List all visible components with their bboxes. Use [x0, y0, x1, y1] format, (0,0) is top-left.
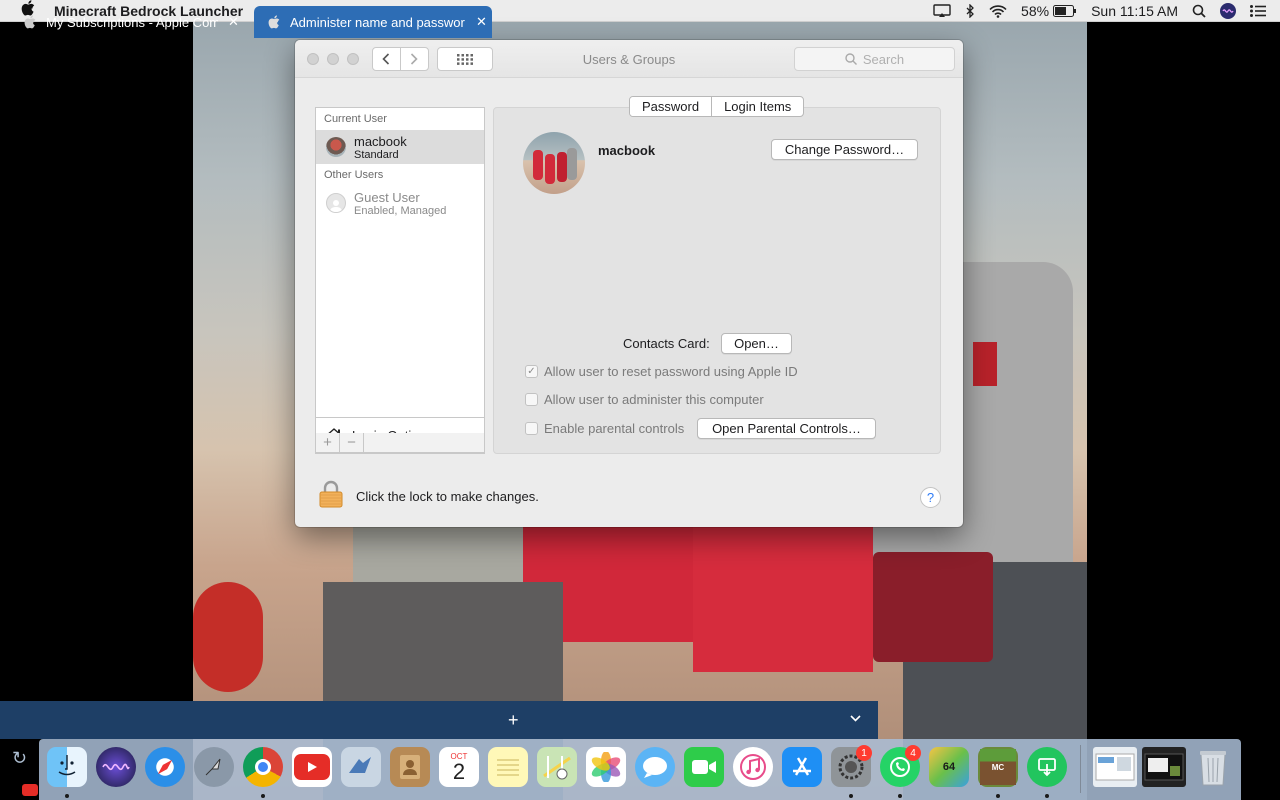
safari-icon[interactable] — [145, 747, 185, 787]
calendar-day: 2 — [452, 758, 466, 784]
contacts-card-label: Contacts Card: — [623, 336, 710, 351]
add-user-button[interactable]: + — [316, 433, 340, 452]
browser-tab-administer[interactable]: Administer name and passwor ✕ — [254, 6, 492, 38]
running-indicator — [996, 794, 1000, 798]
parental-controls-label: Enable parental controls — [544, 421, 685, 436]
maps-icon[interactable] — [537, 747, 577, 787]
window-titlebar: Users & Groups Search — [295, 40, 963, 78]
new-tab-button[interactable]: + — [508, 710, 519, 731]
other-users-header: Other Users — [324, 169, 384, 181]
youtube-icon[interactable] — [292, 747, 332, 787]
chrome-icon[interactable] — [243, 747, 283, 787]
apple-favicon-icon — [268, 15, 280, 29]
lock-icon[interactable] — [319, 480, 343, 511]
messages-icon[interactable] — [635, 747, 675, 787]
contacts-open-button[interactable]: Open… — [721, 333, 792, 354]
mail-icon[interactable] — [341, 747, 381, 787]
open-parental-controls-button[interactable]: Open Parental Controls… — [697, 418, 876, 439]
tab-password[interactable]: Password — [630, 97, 713, 116]
bluetooth-icon[interactable] — [965, 4, 975, 18]
change-password-button[interactable]: Change Password… — [771, 139, 918, 160]
detail-username: macbook — [598, 143, 656, 158]
parental-controls-row: Enable parental controls — [525, 421, 684, 436]
guest-user-status: Enabled, Managed — [354, 204, 447, 217]
search-field[interactable]: Search — [794, 47, 955, 71]
user-row-guest[interactable]: Guest User Enabled, Managed — [316, 186, 484, 220]
users-groups-window: Users & Groups Search Current User macbo… — [295, 40, 963, 527]
minimized-window-thumbnail[interactable] — [1142, 747, 1186, 787]
browser-tab-subscriptions[interactable]: My Subscriptions - Apple Com ✕ — [24, 6, 252, 38]
tab-login-items[interactable]: Login Items — [712, 97, 803, 116]
allow-admin-row: Allow user to administer this computer — [525, 392, 764, 407]
tab-list-chevron-icon[interactable] — [850, 713, 861, 725]
app-store-icon[interactable] — [782, 747, 822, 787]
apple-favicon-icon — [24, 15, 36, 29]
browser-tab-title: My Subscriptions - Apple Com — [46, 14, 218, 30]
allow-reset-checkbox[interactable]: ✓ — [525, 365, 538, 378]
minimized-window-thumbnail[interactable] — [1093, 747, 1137, 787]
reload-icon[interactable]: ↻ — [12, 748, 27, 769]
guest-user-name: Guest User — [354, 189, 420, 205]
spotlight-icon[interactable] — [1192, 4, 1206, 18]
trash-icon[interactable] — [1193, 747, 1233, 787]
detail-tabs: Password Login Items — [629, 96, 805, 117]
bluestacks-label: 64 — [942, 761, 956, 773]
notification-center-icon[interactable] — [1250, 5, 1266, 17]
screen-mirroring-icon[interactable] — [1027, 747, 1067, 787]
finder-icon[interactable] — [47, 747, 87, 787]
search-placeholder: Search — [862, 51, 905, 67]
launchpad-icon[interactable] — [194, 747, 234, 787]
user-role: Standard — [354, 148, 399, 161]
dock-separator — [1080, 745, 1081, 793]
add-remove-bar: + − — [315, 433, 485, 453]
user-photo[interactable] — [523, 132, 585, 194]
clock[interactable]: Sun 11:15 AM — [1091, 3, 1178, 19]
parental-controls-checkbox[interactable] — [525, 422, 538, 435]
running-indicator — [898, 794, 902, 798]
lock-message: Click the lock to make changes. — [356, 489, 539, 504]
whatsapp-badge: 4 — [905, 745, 921, 761]
avatar — [326, 137, 346, 157]
user-list: Current User macbook Standard Other User… — [315, 107, 485, 454]
facetime-icon[interactable] — [684, 747, 724, 787]
allow-admin-checkbox[interactable] — [525, 393, 538, 406]
minecraft-icon[interactable]: MC — [978, 747, 1018, 787]
remove-user-button[interactable]: − — [340, 433, 364, 452]
youtube-favicon-icon — [22, 784, 38, 796]
itunes-icon[interactable] — [733, 747, 773, 787]
battery-percent: 58% — [1021, 3, 1050, 19]
help-button[interactable]: ? — [920, 487, 941, 508]
browser-tab-strip — [0, 701, 878, 739]
running-indicator — [1045, 794, 1049, 798]
user-row-macbook[interactable]: macbook Standard — [316, 130, 484, 164]
siri-icon[interactable] — [1220, 3, 1236, 19]
siri-icon[interactable] — [96, 747, 136, 787]
airplay-icon[interactable] — [933, 4, 951, 18]
battery-icon — [1053, 5, 1077, 17]
system-preferences-badge: 1 — [856, 745, 872, 761]
allow-reset-label: Allow user to reset password using Apple… — [544, 364, 798, 379]
running-indicator — [65, 794, 69, 798]
browser-tab-title: Administer name and passwor — [290, 14, 465, 30]
running-indicator — [849, 794, 853, 798]
contacts-icon[interactable] — [390, 747, 430, 787]
photos-icon[interactable] — [586, 747, 626, 787]
wifi-icon[interactable] — [989, 4, 1007, 18]
close-tab-icon[interactable]: ✕ — [476, 14, 487, 30]
allow-reset-row: ✓ Allow user to reset password using App… — [525, 364, 798, 379]
close-tab-icon[interactable]: ✕ — [228, 14, 239, 30]
running-indicator — [261, 794, 265, 798]
current-user-header: Current User — [324, 113, 387, 125]
guest-user-icon — [326, 193, 346, 213]
user-name: macbook — [354, 133, 407, 149]
notes-icon[interactable] — [488, 747, 528, 787]
search-icon — [845, 53, 857, 65]
calendar-icon[interactable]: OCT 2 — [439, 747, 479, 787]
battery-status[interactable]: 58% — [1021, 3, 1077, 19]
allow-admin-label: Allow user to administer this computer — [544, 392, 764, 407]
bluestacks-icon[interactable]: 64 — [929, 747, 969, 787]
